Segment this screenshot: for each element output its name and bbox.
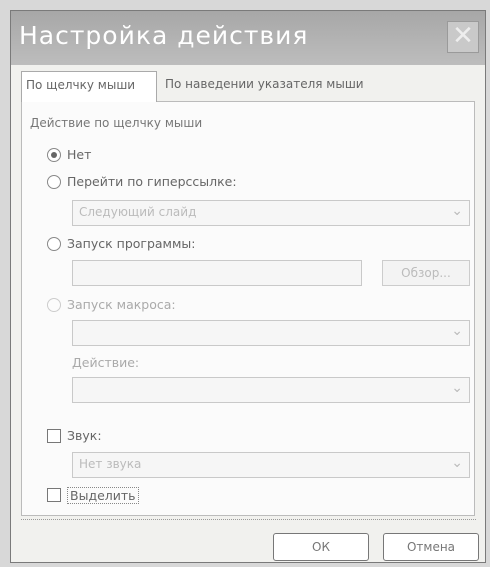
program-path-input[interactable] [72,260,362,286]
object-action-label: Действие: [72,355,140,370]
object-action-select[interactable] [72,377,470,403]
radio-hyperlink-label[interactable]: Перейти по гиперссылке: [67,174,237,189]
macro-select[interactable] [72,320,470,346]
action-group-label: Действие по щелчку мыши [30,116,203,130]
footer-divider [21,519,476,520]
sound-checkbox[interactable] [47,429,61,443]
close-button[interactable]: ✕ [447,21,479,53]
tab-mouse-click[interactable]: По щелчку мыши [21,71,157,102]
dialog-title: Настройка действия [19,21,309,50]
hyperlink-select[interactable]: Следующий слайд [72,200,470,226]
radio-run-macro[interactable] [47,298,61,312]
radio-hyperlink[interactable] [47,175,61,189]
radio-run-program-label[interactable]: Запуск программы: [67,236,196,251]
cancel-button[interactable]: Отмена [383,533,479,561]
action-settings-dialog: Настройка действия ✕ По щелчку мыши По н… [10,10,486,563]
sound-label[interactable]: Звук: [67,428,102,443]
browse-button[interactable]: Обзор... [382,260,470,286]
ok-button[interactable]: ОК [273,533,369,561]
close-icon: ✕ [452,21,474,51]
radio-run-program[interactable] [47,237,61,251]
title-bar: Настройка действия ✕ [11,11,485,65]
tab-panel: Действие по щелчку мыши Нет Перейти по г… [21,101,475,516]
radio-run-macro-label: Запуск макроса: [67,297,176,312]
highlight-checkbox[interactable] [47,488,61,502]
radio-none-label[interactable]: Нет [67,147,91,162]
tab-mouse-over[interactable]: По наведении указателя мыши [161,71,421,99]
radio-none[interactable] [47,148,61,162]
sound-select[interactable]: Нет звука [72,452,470,478]
highlight-label[interactable]: Выделить [67,487,139,504]
